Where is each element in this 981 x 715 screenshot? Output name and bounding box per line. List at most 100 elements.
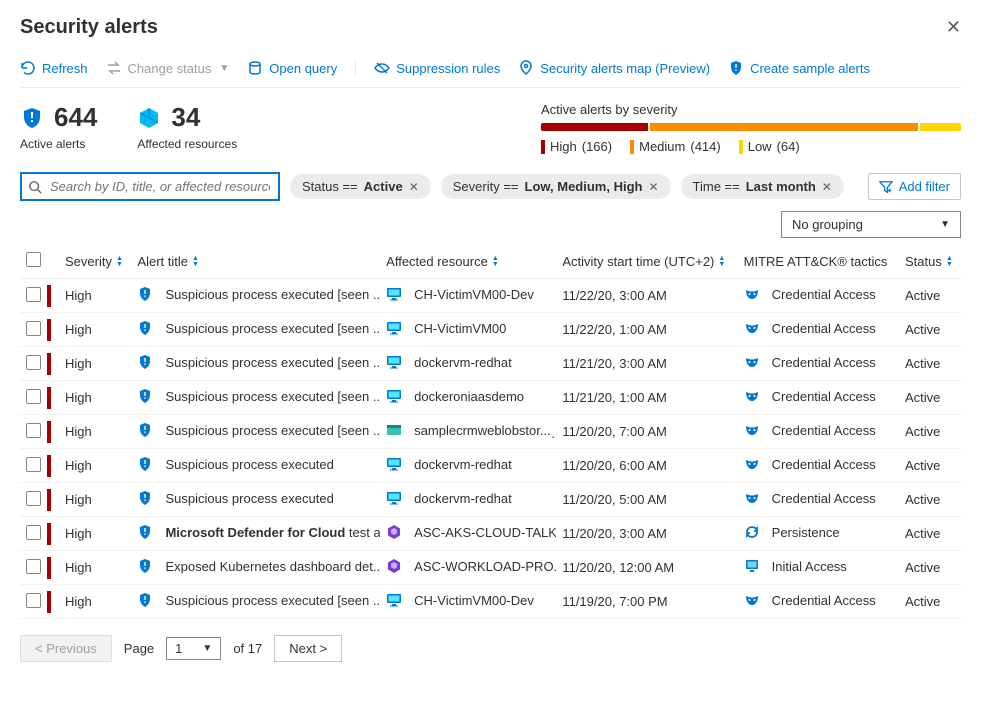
table-row[interactable]: HighSuspicious process executed [seen ..… <box>20 347 961 381</box>
table-row[interactable]: HighSuspicious process executeddockervm-… <box>20 483 961 517</box>
table-row[interactable]: HighMicrosoft Defender for Cloud test al… <box>20 517 961 551</box>
grouping-select[interactable]: No grouping ▼ <box>781 211 961 238</box>
cell-tactic: Credential Access <box>738 347 899 381</box>
col-status[interactable]: Status▲▼ <box>899 244 961 279</box>
table-row[interactable]: HighExposed Kubernetes dashboard det...A… <box>20 551 961 585</box>
page-select[interactable]: 1 ▼ <box>166 637 221 660</box>
alerts-map-button[interactable]: Security alerts map (Preview) <box>518 60 710 76</box>
row-checkbox[interactable] <box>26 287 41 302</box>
add-filter-button[interactable]: Add filter <box>868 173 961 200</box>
table-row[interactable]: HighSuspicious process executed [seen ..… <box>20 381 961 415</box>
table-row[interactable]: HighSuspicious process executed [seen ..… <box>20 313 961 347</box>
remove-filter-icon[interactable]: ✕ <box>648 180 658 194</box>
row-checkbox[interactable] <box>26 423 41 438</box>
row-checkbox[interactable] <box>26 457 41 472</box>
cell-severity: High <box>59 279 131 313</box>
legend-medium[interactable]: Medium (414) <box>630 139 721 154</box>
map-pin-icon <box>518 60 534 76</box>
severity-stripe <box>47 421 51 443</box>
cell-title: Suspicious process executed [seen ... <box>131 313 380 347</box>
resource-icon <box>386 320 402 336</box>
shield-icon <box>137 388 153 404</box>
cell-title: Suspicious process executed [seen ... <box>131 279 380 313</box>
row-checkbox[interactable] <box>26 389 41 404</box>
remove-filter-icon[interactable]: ✕ <box>822 180 832 194</box>
cell-severity: High <box>59 585 131 619</box>
col-tactics[interactable]: MITRE ATT&CK® tactics <box>738 244 899 279</box>
shield-icon <box>137 592 153 608</box>
remove-filter-icon[interactable]: ✕ <box>409 180 419 194</box>
select-all-checkbox[interactable] <box>26 252 41 267</box>
cell-resource: CH-VictimVM00-Dev <box>380 279 556 313</box>
close-icon[interactable]: ✕ <box>946 17 961 38</box>
search-input[interactable] <box>48 178 272 195</box>
alerts-table: Severity▲▼ Alert title▲▼ Affected resour… <box>20 244 961 619</box>
filter-pill-severity[interactable]: Severity == Low, Medium, High ✕ <box>441 174 671 199</box>
sort-icon: ▲▼ <box>718 256 725 268</box>
cell-title: Suspicious process executed [seen ... <box>131 381 380 415</box>
next-button[interactable]: Next > <box>274 635 342 662</box>
cell-status: Active <box>899 279 961 313</box>
table-row[interactable]: HighSuspicious process executed [seen ..… <box>20 415 961 449</box>
cell-status: Active <box>899 517 961 551</box>
active-alerts-value: 644 <box>54 102 97 133</box>
col-severity[interactable]: Severity▲▼ <box>59 244 131 279</box>
suppression-rules-button[interactable]: Suppression rules <box>374 60 500 76</box>
legend-high[interactable]: High (166) <box>541 139 612 154</box>
row-checkbox[interactable] <box>26 559 41 574</box>
resource-icon <box>386 286 402 302</box>
row-checkbox[interactable] <box>26 593 41 608</box>
page-title: Security alerts <box>20 16 158 39</box>
row-checkbox[interactable] <box>26 321 41 336</box>
query-icon <box>247 60 263 76</box>
table-row[interactable]: HighSuspicious process executed [seen ..… <box>20 585 961 619</box>
row-checkbox[interactable] <box>26 491 41 506</box>
active-alerts-label: Active alerts <box>20 137 97 151</box>
resource-icon <box>386 422 402 438</box>
cell-time: 11/21/20, 3:00 AM <box>556 347 737 381</box>
col-title[interactable]: Alert title▲▼ <box>131 244 380 279</box>
affected-resources-stat: 34 Affected resources <box>137 102 237 151</box>
swatch-low <box>739 140 743 154</box>
severity-stripe <box>47 523 51 545</box>
search-input-wrapper[interactable] <box>20 172 280 201</box>
resource-icon <box>386 354 402 370</box>
tactic-icon <box>744 592 760 608</box>
resource-icon <box>386 490 402 506</box>
table-row[interactable]: HighSuspicious process executeddockervm-… <box>20 449 961 483</box>
resource-icon <box>386 592 402 608</box>
cell-resource: CH-VictimVM00-Dev <box>380 585 556 619</box>
cell-time: 11/20/20, 6:00 AM <box>556 449 737 483</box>
table-row[interactable]: HighSuspicious process executed [seen ..… <box>20 279 961 313</box>
cell-tactic: Credential Access <box>738 279 899 313</box>
tactic-icon <box>744 558 760 574</box>
cell-status: Active <box>899 415 961 449</box>
cell-time: 11/22/20, 1:00 AM <box>556 313 737 347</box>
col-time[interactable]: Activity start time (UTC+2)▲▼ <box>556 244 737 279</box>
create-sample-button[interactable]: Create sample alerts <box>728 60 870 76</box>
row-checkbox[interactable] <box>26 355 41 370</box>
cell-severity: High <box>59 483 131 517</box>
change-status-button[interactable]: Change status ▼ <box>106 60 230 76</box>
refresh-button[interactable]: Refresh <box>20 60 88 76</box>
tactic-icon <box>744 456 760 472</box>
swatch-high <box>541 140 545 154</box>
severity-stripe <box>47 387 51 409</box>
legend-low[interactable]: Low (64) <box>739 139 800 154</box>
severity-stripe <box>47 319 51 341</box>
col-resource[interactable]: Affected resource▲▼ <box>380 244 556 279</box>
cell-time: 11/21/20, 1:00 AM <box>556 381 737 415</box>
chevron-down-icon: ▼ <box>219 63 229 74</box>
swatch-medium <box>630 140 634 154</box>
cell-resource: ASC-WORKLOAD-PRO... <box>380 551 556 585</box>
cell-resource: dockervm-redhat <box>380 483 556 517</box>
refresh-icon <box>20 60 36 76</box>
open-query-button[interactable]: Open query <box>247 60 337 76</box>
filter-pill-status[interactable]: Status == Active ✕ <box>290 174 431 199</box>
row-checkbox[interactable] <box>26 525 41 540</box>
previous-button[interactable]: < Previous <box>20 635 112 662</box>
cell-title: Exposed Kubernetes dashboard det... <box>131 551 380 585</box>
cell-tactic: Credential Access <box>738 483 899 517</box>
cell-status: Active <box>899 449 961 483</box>
filter-pill-time[interactable]: Time == Last month ✕ <box>681 174 844 199</box>
